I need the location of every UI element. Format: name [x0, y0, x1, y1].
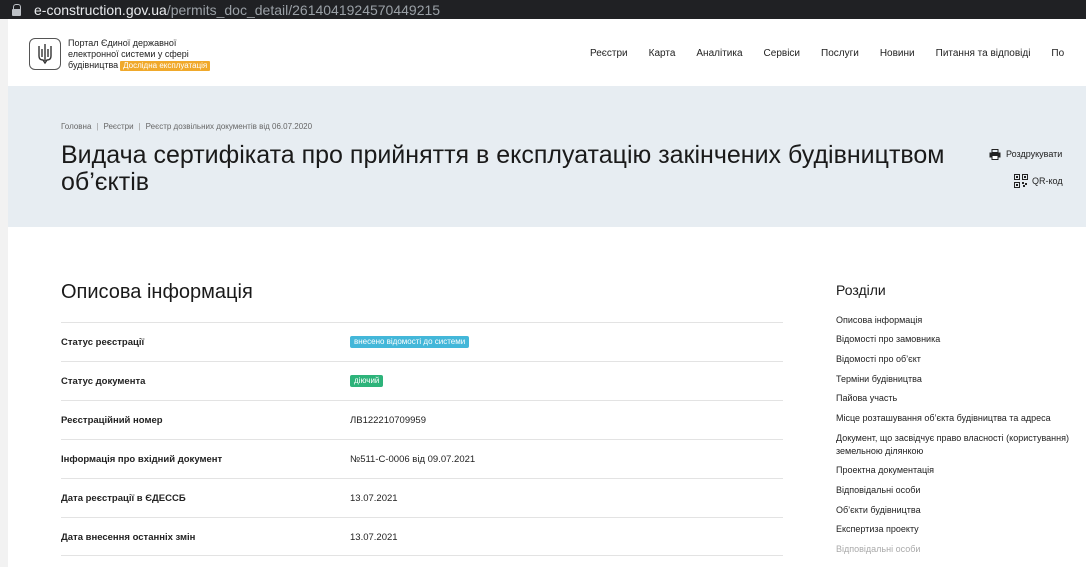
row-label: Дата реєстрації в ЄДЕССБ — [61, 493, 186, 504]
nav-item-services[interactable]: Сервіси — [764, 48, 800, 59]
sidebar-item-customer[interactable]: Відомості про замовника — [836, 333, 1081, 346]
sidebar-item-project-docs[interactable]: Проектна документація — [836, 464, 1081, 477]
row-value: №511-С-0006 від 09.07.2021 — [350, 454, 476, 465]
sidebar-item-buildings[interactable]: Об’єкти будівництва — [836, 504, 1081, 517]
document-status-badge: діючий — [350, 375, 384, 387]
sidebar-item-location[interactable]: Місце розташування об’єкта будівництва т… — [836, 412, 1081, 425]
nav-item-news[interactable]: Новини — [880, 48, 915, 59]
lock-icon — [12, 3, 22, 16]
url-domain: e-construction.gov.ua — [34, 1, 167, 18]
printer-icon — [988, 147, 1002, 161]
nav-item-faq[interactable]: Питання та відповіді — [936, 48, 1031, 59]
table-row: Дата внесення останніх змін 13.07.2021 — [61, 517, 783, 556]
breadcrumb-current[interactable]: Реєстр дозвільних документів від 06.07.2… — [146, 122, 312, 131]
registration-status-badge: внесено відомості до системи — [350, 336, 470, 348]
nav-item-map[interactable]: Карта — [649, 48, 676, 59]
nav-item-offerings[interactable]: Послуги — [821, 48, 859, 59]
portal-line-3: будівництва — [68, 60, 119, 70]
left-margin — [0, 19, 8, 567]
row-label: Статус реєстрації — [61, 337, 145, 348]
sidebar-item-share[interactable]: Пайова участь — [836, 392, 1081, 405]
row-label: Інформація про вхідний документ — [61, 454, 223, 465]
page-hero: Головна | Реєстри | Реєстр дозвільних докуме… — [8, 86, 1086, 227]
info-table: Статус реєстрації внесено відомості до с… — [61, 322, 783, 556]
sidebar-item-description[interactable]: Описова інформація — [836, 314, 1081, 327]
section-title: Описова інформація — [61, 281, 253, 303]
sidebar-item-responsible-2[interactable]: Відповідальні особи — [836, 543, 1081, 556]
sidebar-item-terms[interactable]: Терміни будівництва — [836, 373, 1081, 386]
table-row: Статус реєстрації внесено відомості до с… — [61, 322, 783, 361]
site-header: Портал Єдиної державної електронної сист… — [8, 28, 1086, 86]
breadcrumb-home[interactable]: Головна — [61, 122, 91, 131]
row-label: Реєстраційний номер — [61, 415, 163, 426]
qr-code-label: QR-код — [1032, 176, 1063, 186]
sidebar-title: Розділи — [836, 282, 886, 298]
qr-code-icon — [1014, 174, 1028, 188]
breadcrumb-registries[interactable]: Реєстри — [103, 122, 133, 131]
portal-line-2: електронної системи у сфері — [68, 49, 189, 59]
row-label: Дата внесення останніх змін — [61, 532, 196, 543]
browser-address-bar[interactable]: e-construction.gov.ua/permits_doc_detail… — [0, 0, 1086, 19]
breadcrumb-separator: | — [138, 122, 141, 131]
beta-badge: Дослідна експлуатація — [120, 61, 211, 71]
nav-item-more[interactable]: По — [1051, 48, 1064, 59]
table-row: Інформація про вхідний документ №511-С-0… — [61, 439, 783, 478]
row-value: ЛВ122210709959 — [350, 415, 426, 426]
table-row: Дата реєстрації в ЄДЕССБ 13.07.2021 — [61, 478, 783, 517]
sidebar-item-object[interactable]: Відомості про об’єкт — [836, 353, 1081, 366]
portal-name[interactable]: Портал Єдиної державної електронної сист… — [68, 38, 238, 71]
print-label: Роздрукувати — [1006, 149, 1063, 159]
table-row: Статус документа діючий — [61, 361, 783, 400]
qr-code-button[interactable]: QR-код — [1014, 174, 1063, 188]
trident-logo-icon[interactable] — [29, 38, 61, 70]
url-path: /permits_doc_detail/2614041924570449215 — [166, 1, 441, 18]
row-value: 13.07.2021 — [350, 532, 398, 543]
breadcrumb: Головна | Реєстри | Реєстр дозвільних докуме… — [61, 122, 312, 131]
table-row: Реєстраційний номер ЛВ122210709959 — [61, 400, 783, 439]
row-label: Статус документа — [61, 376, 146, 387]
sidebar-sections: Описова інформація Відомості про замовни… — [836, 314, 1081, 556]
portal-line-1: Портал Єдиної державної — [68, 38, 177, 48]
sidebar-item-responsible[interactable]: Відповідальні особи — [836, 484, 1081, 497]
main-nav: Реєстри Карта Аналітика Сервіси Послуги … — [590, 48, 1085, 59]
nav-item-analytics[interactable]: Аналітика — [696, 48, 742, 59]
row-value: 13.07.2021 — [350, 493, 398, 504]
page-title: Видача сертифіката про прийняття в експл… — [61, 141, 945, 196]
print-button[interactable]: Роздрукувати — [988, 147, 1062, 161]
breadcrumb-separator: | — [96, 122, 99, 131]
nav-item-registries[interactable]: Реєстри — [590, 48, 628, 59]
sidebar-item-land-rights[interactable]: Документ, що засвідчує право власності (… — [836, 432, 1081, 458]
sidebar-item-expertise[interactable]: Експертиза проекту — [836, 523, 1081, 536]
